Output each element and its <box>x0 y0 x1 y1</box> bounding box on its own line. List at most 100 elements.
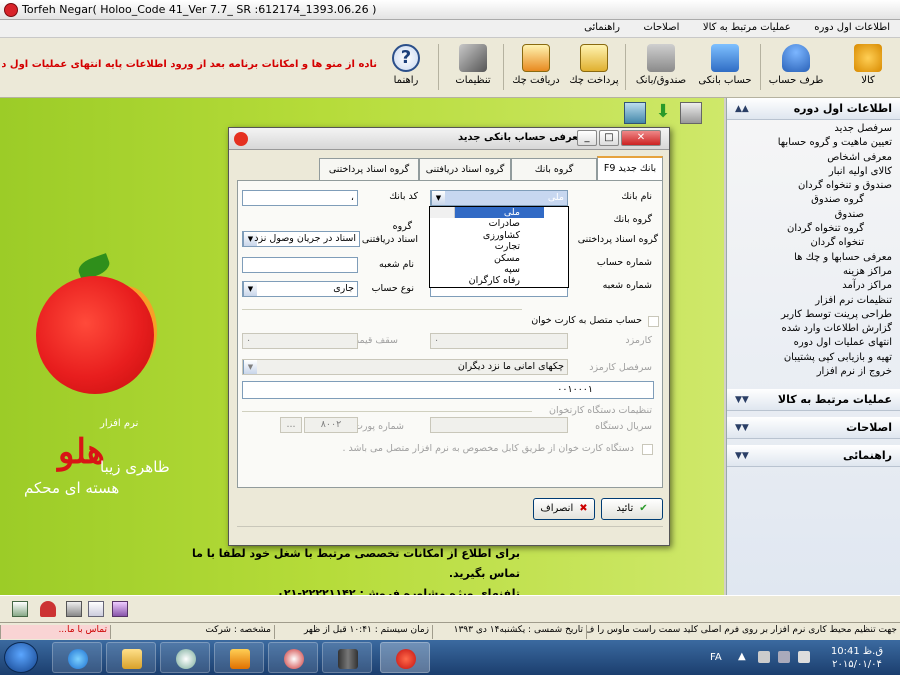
check-payment-button[interactable]: پرداخت چك <box>565 42 623 94</box>
dropdown-option[interactable]: تجارت <box>430 241 544 252</box>
close-button[interactable]: ✕ <box>621 130 661 146</box>
chevron-down-icon[interactable]: ▼ <box>243 282 257 296</box>
chevron-down-icon[interactable]: ▼ <box>243 360 257 374</box>
tree-item[interactable]: تعیین ماهیت و گروه حسابها <box>731 136 892 150</box>
card-fee-input[interactable]: ۰ <box>430 333 568 349</box>
dropdown-option[interactable]: مسکن <box>430 253 544 264</box>
taskbar-explorer[interactable] <box>106 642 156 673</box>
tree-item[interactable]: گروه تنخواه گردان <box>731 222 892 236</box>
maximize-button[interactable]: □ <box>599 130 619 146</box>
menu-item-help[interactable]: راهنمائی <box>574 20 630 35</box>
tab-payable-group[interactable]: گروه اسناد پرداختنی <box>319 158 419 180</box>
branch-name-input[interactable] <box>242 257 358 273</box>
calculator-icon[interactable] <box>66 601 82 617</box>
tray-clock[interactable]: 10:41 ق.ظ ۲۰۱۵/۰۱/۰۴ <box>822 645 892 671</box>
tab-new-bank[interactable]: بانك جدید F9 <box>597 156 663 180</box>
tree-item[interactable]: معرفی اشخاص <box>731 151 892 165</box>
chevron-down-icon[interactable]: ▼▼ <box>735 389 749 411</box>
bank-name-combo[interactable]: ▼ ملی <box>430 190 568 206</box>
account-party-button[interactable]: طرف حساب <box>765 42 827 94</box>
dropdown-option[interactable]: رفاه کارگران <box>430 275 544 286</box>
chevron-down-icon[interactable]: ▼ <box>431 191 445 205</box>
port-browse-button[interactable]: ... <box>280 417 302 433</box>
taskbar-ie[interactable] <box>52 642 102 673</box>
start-button[interactable] <box>4 642 38 673</box>
tree-item[interactable]: خروج از نرم افزار <box>731 365 892 379</box>
tree-item[interactable]: تهیه و بازیابی کپی پشتیبان <box>731 351 892 365</box>
help-button-label: راهنما <box>393 75 419 86</box>
tree-item[interactable]: معرفی حسابها و چك ها <box>731 251 892 265</box>
tree-item[interactable]: مراكز درآمد <box>731 279 892 293</box>
chevron-up-icon[interactable]: ▲▲ <box>735 98 749 120</box>
bank-account-button[interactable]: حساب بانکی <box>694 42 756 94</box>
ok-button[interactable]: ✔ تائید <box>601 498 663 520</box>
menu-item-first-period[interactable]: اطلاعات اول دوره <box>804 20 900 35</box>
fee-heading-combo[interactable]: ▼ چکهای امانی ما نزد دیگران <box>242 359 568 375</box>
tree-item[interactable]: تنخواه گردان <box>731 236 892 250</box>
tree-item[interactable]: گزارش اطلاعات وارد شده <box>731 322 892 336</box>
tab-receivable-group[interactable]: گروه اسناد دریافتنی <box>419 158 511 180</box>
box-icon[interactable] <box>680 102 702 124</box>
section-header-first-period[interactable]: اطلاعات اول دوره ▲▲ <box>727 98 900 120</box>
taskbar-holoo[interactable] <box>380 642 430 673</box>
tray-app-icon[interactable] <box>758 651 770 663</box>
dropdown-option[interactable]: کشاورزی <box>430 230 544 241</box>
screen-icon[interactable] <box>624 102 646 124</box>
language-indicator[interactable]: FA <box>710 652 722 663</box>
fee-heading-label: سرفصل کارمزد <box>589 362 652 373</box>
goods-button[interactable]: کالا <box>840 42 896 94</box>
check-receive-button[interactable]: دریافت چك <box>507 42 565 94</box>
taskbar-media-player[interactable] <box>214 642 264 673</box>
phone-icon[interactable] <box>40 601 56 617</box>
port-number-input[interactable]: ۸۰۰۲ <box>304 417 358 433</box>
down-arrow-icon[interactable]: ⬇ <box>652 102 674 124</box>
spreadsheet-icon[interactable] <box>12 601 28 617</box>
receivable-group-combo[interactable]: ▼ اسناد در جریان وصول نزد <box>242 231 360 247</box>
section-header-corrections[interactable]: اصلاحات ▼▼ <box>727 417 900 440</box>
cancel-button[interactable]: ✖ انصراف <box>533 498 595 520</box>
chevron-down-icon[interactable]: ▼▼ <box>735 445 749 467</box>
taskbar-media-center[interactable] <box>160 642 210 673</box>
section-header-help[interactable]: راهنمائی ▼▼ <box>727 445 900 468</box>
bank-code-input[interactable]: ، <box>242 190 358 206</box>
tree-item[interactable]: سرفصل جدید <box>731 122 892 136</box>
taskbar-speedometer[interactable] <box>268 642 318 673</box>
price-cap-input[interactable]: ۰ <box>242 333 358 349</box>
tree-item[interactable]: صندوق <box>731 208 892 222</box>
main-toolbar: ناده از منو ها و امکانات برنامه بعد از و… <box>0 38 900 98</box>
tree-item[interactable]: طراحی پرینت توسط کاربر <box>731 308 892 322</box>
tree-item[interactable]: مراكز هزینه <box>731 265 892 279</box>
brand-slogan-1: ظاهری زیبا <box>100 458 170 476</box>
tree-item[interactable]: کالای اولیه انبار <box>731 165 892 179</box>
tools-icon[interactable] <box>112 601 128 617</box>
menu-item-corrections[interactable]: اصلاحات <box>633 20 689 35</box>
help-button[interactable]: ? راهنما <box>380 42 432 94</box>
account-code-input[interactable]: ۰۰۱۰۰۰۱ <box>242 381 654 399</box>
tab-bank-group[interactable]: گروه بانك <box>511 158 597 180</box>
tree-item[interactable]: صندوق و تنخواه گردان <box>731 179 892 193</box>
taskbar-audio[interactable] <box>322 642 372 673</box>
section-header-goods-ops[interactable]: عملیات مرتبط به کالا ▼▼ <box>727 389 900 412</box>
cable-checkbox[interactable] <box>642 444 653 455</box>
card-reader-checkbox[interactable] <box>648 316 659 327</box>
cashbox-bank-button[interactable]: صندوق/بانک <box>630 42 692 94</box>
minimize-button[interactable]: _ <box>577 130 597 146</box>
volume-icon[interactable] <box>798 651 810 663</box>
notes-icon[interactable] <box>88 601 104 617</box>
chevron-down-icon[interactable]: ▼▼ <box>735 417 749 439</box>
dropdown-scrollbar[interactable] <box>430 207 455 219</box>
contact-us-link[interactable]: تماس با ما... <box>0 625 110 639</box>
tree-item[interactable]: انتهای عملیات اول دوره <box>731 336 892 350</box>
tray-arrow-icon[interactable]: ▲ <box>738 651 746 662</box>
network-icon[interactable] <box>778 651 790 663</box>
account-type-combo[interactable]: ▼ جاری <box>242 281 358 297</box>
section-header-label: راهنمائی <box>843 449 892 463</box>
tree-item[interactable]: گروه صندوق <box>731 193 892 207</box>
menu-item-goods-ops[interactable]: عملیات مرتبط به کالا <box>693 20 801 35</box>
bank-name-dropdown-list[interactable]: ملی صادرات کشاورزی تجارت مسکن سپه رفاه کارگران <box>429 206 569 288</box>
device-serial-input[interactable] <box>430 417 568 433</box>
tree-item[interactable]: تنظیمات نرم افزار <box>731 294 892 308</box>
dropdown-option[interactable]: صادرات <box>430 218 544 229</box>
dropdown-option[interactable]: سپه <box>430 264 544 275</box>
settings-button[interactable]: تنظیمات <box>445 42 501 94</box>
